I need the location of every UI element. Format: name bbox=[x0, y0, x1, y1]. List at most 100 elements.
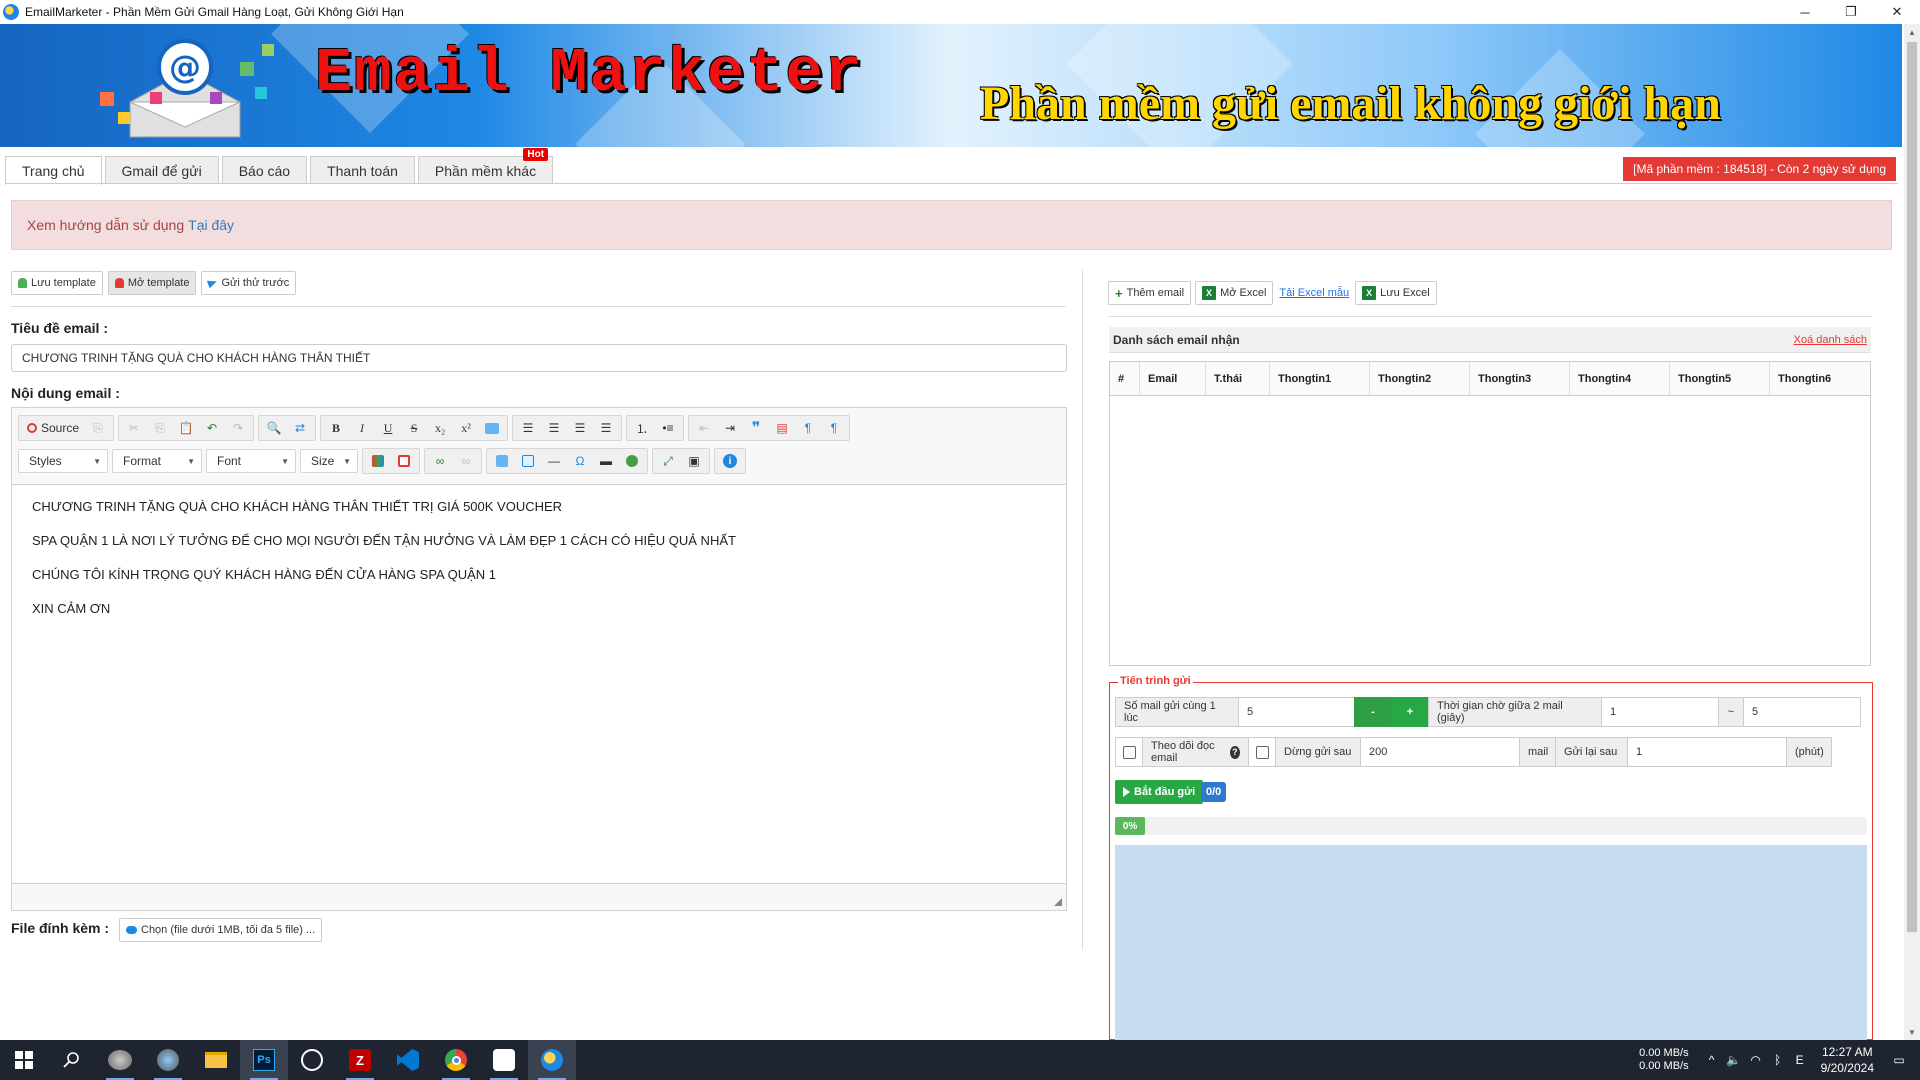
underline-icon[interactable]: U bbox=[375, 417, 401, 439]
tab-home[interactable]: Trang chủ bbox=[5, 156, 102, 185]
clock[interactable]: 12:27 AM 9/20/2024 bbox=[1821, 1044, 1874, 1076]
bold-icon[interactable]: B bbox=[323, 417, 349, 439]
taskbar-photoshop[interactable]: Ps bbox=[240, 1040, 288, 1080]
styles-dropdown[interactable]: Styles ▼ bbox=[18, 449, 108, 473]
column-header[interactable]: Thongtin6 bbox=[1770, 362, 1870, 395]
replace-icon[interactable]: ⇄ bbox=[287, 417, 313, 439]
taskbar-file-explorer[interactable] bbox=[192, 1040, 240, 1080]
add-email-button[interactable]: + Thêm email bbox=[1108, 281, 1192, 305]
align-justify-icon[interactable]: ☰ bbox=[593, 417, 619, 439]
taskbar-vscode[interactable] bbox=[384, 1040, 432, 1080]
image-icon[interactable] bbox=[479, 417, 505, 439]
column-header[interactable]: Email bbox=[1140, 362, 1206, 395]
subject-input[interactable] bbox=[11, 344, 1067, 372]
stop-after-checkbox[interactable] bbox=[1248, 737, 1276, 767]
about-icon[interactable]: i bbox=[717, 450, 743, 472]
insert-image-icon[interactable] bbox=[489, 450, 515, 472]
text-rtl-icon[interactable]: ¶ bbox=[821, 417, 847, 439]
font-dropdown[interactable]: Font ▼ bbox=[206, 449, 296, 473]
column-header[interactable]: Thongtin5 bbox=[1670, 362, 1770, 395]
choose-attachment-button[interactable]: Chọn (file dưới 1MB, tối đa 5 file) ... bbox=[119, 918, 323, 942]
page-scrollbar[interactable]: ▲ ▼ bbox=[1904, 24, 1920, 1040]
input-method-icon[interactable]: E bbox=[1789, 1053, 1811, 1067]
undo-icon[interactable]: ↶ bbox=[199, 417, 225, 439]
column-header[interactable]: # bbox=[1110, 362, 1140, 395]
column-header[interactable]: Thongtin3 bbox=[1470, 362, 1570, 395]
bulleted-list-icon[interactable]: •≡ bbox=[655, 417, 681, 439]
taskbar-app-2[interactable] bbox=[144, 1040, 192, 1080]
stop-after-input[interactable]: 200 bbox=[1360, 737, 1520, 767]
find-icon[interactable]: 🔍 bbox=[261, 417, 287, 439]
start-sending-button[interactable]: Bắt đầu gửi bbox=[1115, 780, 1204, 804]
minimize-button[interactable]: ─ bbox=[1782, 0, 1828, 24]
taskbar-chrome[interactable] bbox=[432, 1040, 480, 1080]
save-excel-button[interactable]: X Lưu Excel bbox=[1355, 281, 1437, 305]
strikethrough-icon[interactable]: S bbox=[401, 417, 427, 439]
wifi-icon[interactable]: ◠ bbox=[1745, 1053, 1767, 1067]
outdent-icon[interactable]: ⇤ bbox=[691, 417, 717, 439]
page-break-icon[interactable]: ▬ bbox=[593, 450, 619, 472]
start-button[interactable] bbox=[0, 1040, 48, 1080]
paste-icon[interactable]: 📋 bbox=[173, 417, 199, 439]
editor-resize-handle[interactable] bbox=[1054, 898, 1062, 906]
iframe-icon[interactable] bbox=[619, 450, 645, 472]
concurrent-input[interactable]: 5 bbox=[1238, 697, 1355, 727]
color-icon[interactable] bbox=[365, 450, 391, 472]
table-icon[interactable] bbox=[391, 450, 417, 472]
wait-max-input[interactable]: 5 bbox=[1743, 697, 1861, 727]
wait-min-input[interactable]: 1 bbox=[1601, 697, 1719, 727]
open-excel-button[interactable]: X Mở Excel bbox=[1195, 281, 1274, 305]
tab-gmail-sender[interactable]: Gmail để gửi bbox=[104, 156, 219, 184]
save-template-button[interactable]: Lưu template bbox=[11, 271, 103, 295]
tab-other-software[interactable]: Phần mềm khác Hot bbox=[417, 148, 554, 184]
special-char-icon[interactable]: Ω bbox=[567, 450, 593, 472]
scroll-down-icon[interactable]: ▼ bbox=[1904, 1024, 1920, 1040]
redo-icon[interactable]: ↷ bbox=[225, 417, 251, 439]
templates-icon[interactable]: ⎘ bbox=[85, 417, 111, 439]
taskbar-emailmarketer[interactable] bbox=[528, 1040, 576, 1080]
taskbar-app-1[interactable] bbox=[96, 1040, 144, 1080]
superscript-icon[interactable]: x² bbox=[453, 417, 479, 439]
notice-link[interactable]: Tại đây bbox=[188, 217, 234, 233]
div-container-icon[interactable]: ▤ bbox=[769, 417, 795, 439]
subscript-icon[interactable]: x₂ bbox=[427, 417, 453, 439]
clear-list-link[interactable]: Xoá danh sách bbox=[1794, 334, 1867, 346]
editor-content[interactable]: CHƯƠNG TRINH TẶNG QUÀ CHO KHÁCH HÀNG THÂ… bbox=[12, 484, 1066, 884]
open-template-button[interactable]: Mở template bbox=[107, 271, 197, 295]
taskbar-app-3[interactable] bbox=[288, 1040, 336, 1080]
link-icon[interactable]: ∞ bbox=[427, 450, 453, 472]
scroll-thumb[interactable] bbox=[1907, 42, 1917, 932]
size-dropdown[interactable]: Size ▼ bbox=[300, 449, 358, 473]
notification-icon[interactable]: ▭ bbox=[1888, 1053, 1910, 1067]
track-read-checkbox[interactable] bbox=[1115, 737, 1143, 767]
insert-table-icon[interactable] bbox=[515, 450, 541, 472]
speaker-icon[interactable]: 🔈 bbox=[1723, 1053, 1745, 1067]
numbered-list-icon[interactable]: ⒈ bbox=[629, 417, 655, 439]
taskbar-capcut[interactable] bbox=[480, 1040, 528, 1080]
cut-icon[interactable]: ✂ bbox=[121, 417, 147, 439]
column-header[interactable]: Thongtin4 bbox=[1570, 362, 1670, 395]
show-blocks-icon[interactable]: ▣ bbox=[681, 450, 707, 472]
help-icon[interactable]: ? bbox=[1229, 745, 1240, 759]
scroll-up-icon[interactable]: ▲ bbox=[1904, 24, 1920, 40]
align-right-icon[interactable]: ☰ bbox=[567, 417, 593, 439]
increase-button[interactable]: + bbox=[1391, 697, 1429, 727]
horizontal-line-icon[interactable]: ― bbox=[541, 450, 567, 472]
close-button[interactable]: ✕ bbox=[1874, 0, 1920, 24]
search-button[interactable] bbox=[48, 1040, 96, 1080]
unlink-icon[interactable]: ∞ bbox=[453, 450, 479, 472]
tab-payment[interactable]: Thanh toán bbox=[310, 156, 415, 184]
copy-icon[interactable]: ⎘ bbox=[147, 417, 173, 439]
align-center-icon[interactable]: ☰ bbox=[541, 417, 567, 439]
column-header[interactable]: Thongtin1 bbox=[1270, 362, 1370, 395]
tab-report[interactable]: Báo cáo bbox=[221, 156, 308, 184]
source-button[interactable]: Source bbox=[21, 417, 85, 439]
download-sample-link[interactable]: Tải Excel mẫu bbox=[1277, 287, 1351, 299]
chevron-up-icon[interactable]: ^ bbox=[1701, 1053, 1723, 1067]
send-test-button[interactable]: Gửi thử trước bbox=[201, 271, 297, 295]
restore-button[interactable]: ❐ bbox=[1828, 0, 1874, 24]
taskbar-filezilla[interactable]: Z bbox=[336, 1040, 384, 1080]
maximize-icon[interactable]: ⤢ bbox=[655, 450, 681, 472]
column-header[interactable]: T.thái bbox=[1206, 362, 1270, 395]
column-header[interactable]: Thongtin2 bbox=[1370, 362, 1470, 395]
